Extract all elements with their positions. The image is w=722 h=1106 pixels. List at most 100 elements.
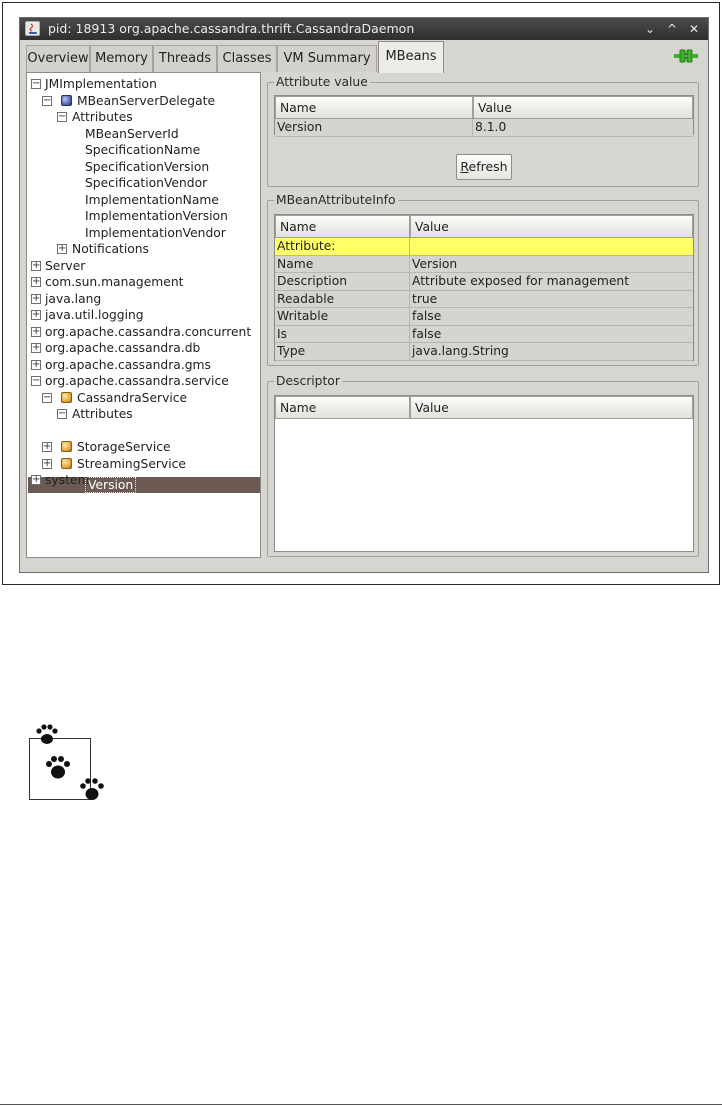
table-row[interactable]: Description Attribute exposed for manage… [275,273,693,291]
tab-classes[interactable]: Classes [217,45,277,72]
expand-icon[interactable]: + [31,260,41,271]
column-header-name[interactable]: Name [275,215,410,238]
tree-node-label: org.apache.cassandra.concurrent [45,324,252,339]
tree-node-implementationname[interactable]: ImplementationName [27,192,259,208]
tree-node-label: ImplementationName [85,192,219,207]
collapse-icon[interactable]: − [42,95,52,106]
tree-node-java-util-logging[interactable]: + java.util.logging [27,307,259,323]
table-row[interactable]: Readable true [275,290,693,308]
expand-icon[interactable]: + [42,458,52,469]
expand-icon[interactable]: + [31,475,41,485]
column-header-value[interactable]: Value [473,96,693,119]
tree-node-mbeanserverid[interactable]: MBeanServerId [27,126,259,142]
cell-name: Readable [277,291,335,306]
tree-node-label: Server [45,258,86,273]
tab-mbeans[interactable]: MBeans [378,41,444,73]
descriptor-group: Descriptor Name Value [267,373,699,557]
tree-node-cassandraservice[interactable]: − CassandraService [27,390,259,406]
title-bar[interactable]: pid: 18913 org.apache.cassandra.thrift.C… [20,18,708,40]
descriptor-table[interactable]: Name Value [274,395,694,552]
cell-name: Type [277,344,306,358]
tree-node-cassandra-db[interactable]: + org.apache.cassandra.db [27,340,259,356]
table-row[interactable]: Version 8.1.0 [275,119,693,137]
minimize-icon[interactable]: ⌄ [642,18,658,40]
tree-node-attributes-cassandra[interactable]: − Attributes [27,406,259,422]
expand-icon[interactable]: + [31,343,41,353]
table-row[interactable]: Is false [275,325,693,343]
refresh-button[interactable]: Refresh [456,154,512,180]
group-title: MBeanAttributeInfo [274,192,398,208]
collapse-icon[interactable]: − [57,112,67,122]
tree-node-notifications[interactable]: + Notifications [27,241,259,257]
table-row[interactable]: Name Version [275,255,693,273]
expand-icon[interactable]: + [31,359,41,370]
tree-node-cassandra-service[interactable]: − org.apache.cassandra.service [27,373,259,389]
maximize-icon[interactable]: ^ [664,18,680,40]
paw-print-large-icon [46,756,70,779]
cell-name: Description [277,274,348,288]
tree-node-attributes[interactable]: − Attributes [27,109,259,125]
collapse-icon[interactable]: − [31,79,41,89]
expand-icon[interactable]: + [42,442,52,452]
bean-gold-icon [61,457,72,469]
tree-node-java-lang[interactable]: + java.lang [27,291,259,307]
attribute-info-table[interactable]: Name Value Attribute: Name Version Descr… [274,214,694,361]
close-icon[interactable]: ✕ [686,18,702,40]
collapse-icon[interactable]: − [57,409,67,419]
tree-node-system[interactable]: + system [27,472,259,488]
tree-node-label: org.apache.cassandra.db [45,341,201,355]
attribute-details-panel: Attribute value Name Value Version 8.1.0… [267,72,699,558]
tree-node-server[interactable]: + Server [27,258,259,274]
group-title: Descriptor [274,373,342,389]
cell-name: Attribute: [277,239,336,253]
collapse-icon[interactable]: − [31,376,41,386]
expand-icon[interactable]: + [31,310,41,320]
tree-node-label: Attributes [72,110,133,124]
column-header-value[interactable]: Value [410,215,693,238]
paw-print-small-icon [36,724,58,744]
tab-threads[interactable]: Threads [153,45,217,72]
cell-name: Is [277,326,288,341]
column-header-name[interactable]: Name [275,396,410,419]
column-header-value[interactable]: Value [410,396,693,419]
collapse-icon[interactable]: − [42,392,52,403]
tab-overview[interactable]: Overview [26,45,90,72]
expand-icon[interactable]: + [31,293,41,304]
tree-node-storageservice[interactable]: + StorageService [27,439,259,455]
mbean-tree[interactable]: Version − JMImplementation − MBeanServer… [26,72,261,558]
cell-value: java.lang.String [412,344,509,358]
tree-node-label: SpecificationVersion [85,159,210,174]
tree-node-cassandra-concurrent[interactable]: + org.apache.cassandra.concurrent [27,324,259,340]
tab-vm-summary[interactable]: VM Summary [277,45,377,72]
tree-node-specificationversion[interactable]: SpecificationVersion [27,159,259,175]
column-header-name[interactable]: Name [275,96,473,119]
tab-bar: Overview Memory Threads Classes VM Summa… [26,41,704,73]
tree-node-label: JMImplementation [45,77,157,91]
tree-node-implementationvendor[interactable]: ImplementationVendor [27,225,259,241]
window-controls: ⌄ ^ ✕ [642,18,702,40]
attribute-value-table[interactable]: Name Value Version 8.1.0 [274,95,694,137]
tree-node-label: java.util.logging [45,308,144,322]
table-row[interactable]: Writable false [275,308,693,326]
expand-icon[interactable]: + [57,244,67,254]
tree-node-specificationvendor[interactable]: SpecificationVendor [27,175,259,191]
tree-node-cassandra-gms[interactable]: + org.apache.cassandra.gms [27,357,259,373]
expand-icon[interactable]: + [31,277,41,287]
table-row[interactable]: Type java.lang.String [275,343,693,361]
expand-icon[interactable]: + [31,326,41,337]
tree-node-mbeanserverdelegate[interactable]: − MBeanServerDelegate [27,93,259,109]
tree-node-label: java.lang [45,291,102,306]
tree-node-label: StorageService [77,440,171,454]
tree-node-label: SpecificationName [85,143,201,157]
tree-node-label: org.apache.cassandra.service [45,374,229,388]
tree-node-specificationname[interactable]: SpecificationName [27,142,259,158]
table-row-highlight[interactable]: Attribute: [275,238,693,256]
tree-node-jmimplementation[interactable]: − JMImplementation [27,76,259,92]
tree-node-streamingservice[interactable]: + StreamingService [27,456,259,472]
tab-memory[interactable]: Memory [90,45,153,72]
tree-node-com-sun-management[interactable]: + com.sun.management [27,274,259,290]
tree-node-label: system [45,473,90,487]
mbeans-content: Version − JMImplementation − MBeanServer… [26,72,702,566]
paw-prints-icon [24,718,110,808]
tree-node-implementationversion[interactable]: ImplementationVersion [27,208,259,224]
